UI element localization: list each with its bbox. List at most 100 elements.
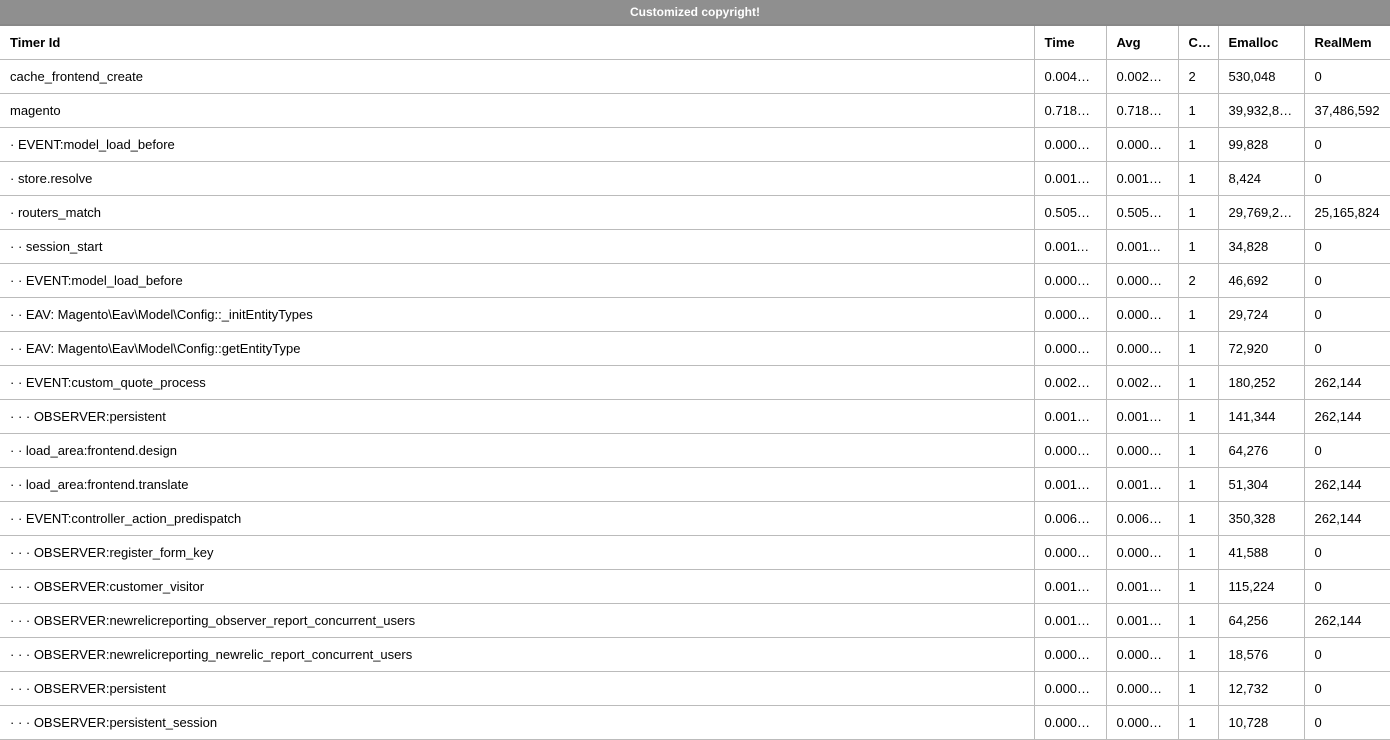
cnt-cell: 1	[1178, 94, 1218, 128]
emalloc-cell: 180,252	[1218, 366, 1304, 400]
timer-id-cell: · · EVENT:controller_action_predispatch	[0, 502, 1034, 536]
realmem-cell: 262,144	[1304, 468, 1390, 502]
emalloc-cell: 115,224	[1218, 570, 1304, 604]
table-row: · · · OBSERVER:newrelicreporting_observe…	[0, 604, 1390, 638]
avg-cell: 0.000319	[1106, 264, 1178, 298]
time-cell: 0.000978	[1034, 434, 1106, 468]
emalloc-cell: 29,769,272	[1218, 196, 1304, 230]
realmem-cell: 0	[1304, 162, 1390, 196]
time-cell: 0.001722	[1034, 400, 1106, 434]
timer-id-cell: · · EVENT:custom_quote_process	[0, 366, 1034, 400]
col-header-cnt[interactable]: Cnt	[1178, 25, 1218, 60]
table-row: · store.resolve0.0015100.00151018,4240	[0, 162, 1390, 196]
realmem-cell: 0	[1304, 672, 1390, 706]
avg-cell: 0.002275	[1106, 60, 1178, 94]
avg-cell: 0.006559	[1106, 502, 1178, 536]
table-row: · · · OBSERVER:customer_visitor 0.001502 0…	[0, 570, 1390, 604]
table-row: cache_frontend_create0.0045490.002275253…	[0, 60, 1390, 94]
time-cell: 0.000867	[1034, 332, 1106, 366]
time-cell: 0.000545	[1034, 638, 1106, 672]
avg-cell: 0.002306	[1106, 366, 1178, 400]
emalloc-cell: 12,732	[1218, 672, 1304, 706]
table-row: · · EAV: Magento\Eav\Model\Config::_init…	[0, 298, 1390, 332]
cnt-cell: 1	[1178, 604, 1218, 638]
time-cell: 0.505988	[1034, 196, 1106, 230]
avg-cell: 0.000272	[1106, 672, 1178, 706]
col-header-avg[interactable]: Avg	[1106, 25, 1178, 60]
timer-id-cell: · · EVENT:model_load_before	[0, 264, 1034, 298]
timer-id-cell: · · · OBSERVER:persistent	[0, 400, 1034, 434]
timer-id-cell: cache_frontend_create	[0, 60, 1034, 94]
emalloc-cell: 99,828	[1218, 128, 1304, 162]
emalloc-cell: 39,932,876	[1218, 94, 1304, 128]
cnt-cell: 1	[1178, 298, 1218, 332]
emalloc-cell: 64,276	[1218, 434, 1304, 468]
avg-cell: 0.505988	[1106, 196, 1178, 230]
cnt-cell: 1	[1178, 468, 1218, 502]
avg-cell: 0.000750	[1106, 128, 1178, 162]
cnt-cell: 1	[1178, 400, 1218, 434]
table-row: · · load_area:frontend.translate0.001221…	[0, 468, 1390, 502]
emalloc-cell: 530,048	[1218, 60, 1304, 94]
timer-id-cell: · EVENT:model_load_before	[0, 128, 1034, 162]
emalloc-cell: 72,920	[1218, 332, 1304, 366]
avg-cell: 0.718697	[1106, 94, 1178, 128]
col-header-time[interactable]: Time	[1034, 25, 1106, 60]
profiler-table: Timer Id Time Avg Cnt Emalloc RealMem ca…	[0, 24, 1390, 740]
time-cell: 0.001221	[1034, 468, 1106, 502]
col-header-emalloc[interactable]: Emalloc	[1218, 25, 1304, 60]
time-cell: 0.000229	[1034, 706, 1106, 740]
time-cell: 0.000272	[1034, 672, 1106, 706]
timer-id-cell: magento	[0, 94, 1034, 128]
realmem-cell: 0	[1304, 570, 1390, 604]
timer-id-cell: · · · OBSERVER:customer_visitor	[0, 570, 1034, 604]
time-cell: 0.000873	[1034, 536, 1106, 570]
timer-id-cell: · · · OBSERVER:persistent_session	[0, 706, 1034, 740]
emalloc-cell: 51,304	[1218, 468, 1304, 502]
col-header-timer-id[interactable]: Timer Id	[0, 25, 1034, 60]
table-body: cache_frontend_create0.0045490.002275253…	[0, 60, 1390, 740]
timer-id-cell: · · · OBSERVER:register_form_key	[0, 536, 1034, 570]
cnt-cell: 1	[1178, 502, 1218, 536]
col-header-realmem[interactable]: RealMem	[1304, 25, 1390, 60]
cnt-cell: 1	[1178, 570, 1218, 604]
timer-id-cell: · routers_match	[0, 196, 1034, 230]
table-row: · routers_match0.5059880.505988129,769,2…	[0, 196, 1390, 230]
timer-id-cell: · · · OBSERVER:newrelicreporting_newreli…	[0, 638, 1034, 672]
copyright-text: Customized copyright!	[630, 5, 760, 19]
time-cell: 0.718697	[1034, 94, 1106, 128]
avg-cell: 0.001502	[1106, 570, 1178, 604]
time-cell: 0.001108	[1034, 230, 1106, 264]
emalloc-cell: 34,828	[1218, 230, 1304, 264]
timer-id-cell: · · · OBSERVER:persistent	[0, 672, 1034, 706]
timer-id-cell: · · session_start	[0, 230, 1034, 264]
cnt-cell: 2	[1178, 60, 1218, 94]
realmem-cell: 0	[1304, 298, 1390, 332]
avg-cell: 0.000978	[1106, 434, 1178, 468]
emalloc-cell: 64,256	[1218, 604, 1304, 638]
avg-cell: 0.001083	[1106, 604, 1178, 638]
table-row: · · · OBSERVER:newrelicreporting_newreli…	[0, 638, 1390, 672]
cnt-cell: 1	[1178, 366, 1218, 400]
realmem-cell: 262,144	[1304, 366, 1390, 400]
realmem-cell: 0	[1304, 230, 1390, 264]
timer-id-cell: · · load_area:frontend.design	[0, 434, 1034, 468]
cnt-cell: 1	[1178, 128, 1218, 162]
timer-id-cell: · · EAV: Magento\Eav\Model\Config::_init…	[0, 298, 1034, 332]
avg-cell: 0.000472	[1106, 298, 1178, 332]
table-row: · · · OBSERVER:persistent0.0017220.00172…	[0, 400, 1390, 434]
cnt-cell: 1	[1178, 230, 1218, 264]
time-cell: 0.001510	[1034, 162, 1106, 196]
cnt-cell: 1	[1178, 536, 1218, 570]
table-row: · · · OBSERVER:register_form_key0.000873…	[0, 536, 1390, 570]
emalloc-cell: 41,588	[1218, 536, 1304, 570]
table-row: · · · OBSERVER:persistent0.0002720.00027…	[0, 672, 1390, 706]
time-cell: 0.004549	[1034, 60, 1106, 94]
table-row: · · session_start0.0011080.001108134,828…	[0, 230, 1390, 264]
cnt-cell: 1	[1178, 434, 1218, 468]
emalloc-cell: 141,344	[1218, 400, 1304, 434]
emalloc-cell: 46,692	[1218, 264, 1304, 298]
realmem-cell: 262,144	[1304, 604, 1390, 638]
avg-cell: 0.000545	[1106, 638, 1178, 672]
realmem-cell: 0	[1304, 332, 1390, 366]
